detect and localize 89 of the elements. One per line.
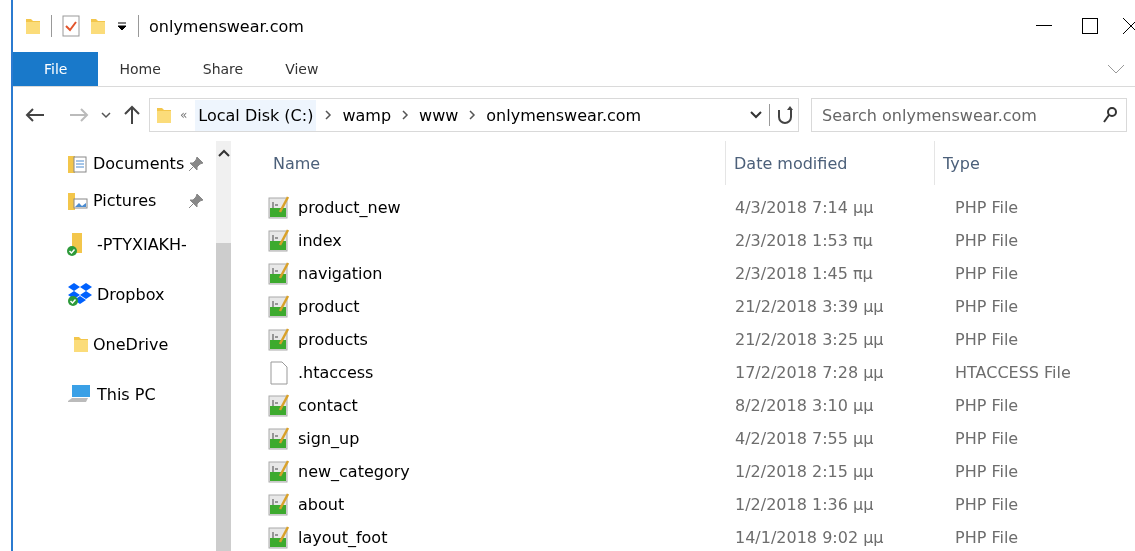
file-name[interactable]: about [298,495,345,514]
pin-icon[interactable] [188,192,205,209]
new-folder-icon [90,16,106,36]
php-file-icon [268,195,290,220]
table-cell-text: PHP File [954,330,1019,349]
sidebar-item[interactable]: OneDrive [13,319,217,369]
folder-icon [73,334,89,354]
chevron-right-icon[interactable] [324,109,333,121]
folder-icon [25,16,41,36]
file-name[interactable]: sign_up [298,429,360,448]
scroll-up-icon[interactable] [217,149,230,157]
overflow-chevron[interactable]: « [180,108,188,122]
table-cell-text: 21/2/2018 3:25 μμ [734,330,885,349]
table-cell-text: PHP File [954,231,1019,250]
search-icon[interactable] [1103,107,1117,123]
file-name[interactable]: index [298,231,342,250]
table-cell-text: PHP File [954,297,1019,316]
table-cell-text: PHP File [954,528,1019,547]
table-cell-text: PHP File [954,495,1019,514]
file-name[interactable]: product [298,297,360,316]
table-cell-text: 21/2/2018 3:39 μμ [734,297,885,316]
ribbon-tab[interactable]: Home [98,52,182,86]
window-title: onlymenswear.com [149,16,304,36]
maximize-icon[interactable] [1082,18,1098,34]
refresh-icon[interactable] [776,105,794,125]
php-file-icon [268,261,290,286]
expand-ribbon-icon[interactable] [1107,64,1125,74]
breadcrumb[interactable]: Local Disk (C:) [195,99,317,131]
minimize-icon[interactable] [1036,25,1052,27]
sidebar-item[interactable]: This PC [13,369,217,419]
synced-folder-icon [67,232,82,256]
chevron-right-icon[interactable] [468,109,477,121]
table-cell-text: 4/3/2018 7:14 μμ [734,198,875,217]
sidebar-item[interactable]: -PTYXIAKH- [13,219,217,269]
file-name[interactable]: product_new [298,198,401,217]
search-field[interactable]: Search onlymenswear.com [811,98,1127,132]
pin-icon[interactable] [188,155,205,172]
file-name[interactable]: products [298,330,368,349]
file-name[interactable]: navigation [298,264,383,283]
table-cell-text: 8/2/2018 3:10 μμ [734,396,875,415]
ribbon-tab[interactable]: File [13,52,99,86]
table-cell-text: PHP File [954,264,1019,283]
column-header[interactable]: Date modified [725,141,935,185]
php-file-icon [268,426,290,451]
scrollbar[interactable] [216,141,231,551]
breadcrumb[interactable]: wamp [340,105,394,125]
sidebar-item[interactable]: Pictures [13,182,217,219]
address-bar[interactable]: « Local Disk (C:) wamp www onlymenswear.com [149,98,799,132]
table-cell-text: 17/2/2018 7:28 μμ [734,363,885,382]
chevron-down-icon[interactable] [101,111,111,119]
table-cell-text: PHP File [954,198,1019,217]
php-file-icon [268,327,290,352]
php-file-icon [268,525,290,550]
file-name[interactable]: layout_foot [298,528,388,547]
table-cell-text: 14/1/2018 9:02 μμ [734,528,885,547]
table-cell-text: 4/2/2018 7:55 μμ [734,429,875,448]
sidebar-item[interactable]: Documents [13,145,217,182]
table-cell-text: 1/2/2018 1:36 μμ [734,495,875,514]
table-cell-text: 2/3/2018 1:53 πμ [734,231,874,250]
ribbon-tab[interactable]: View [264,52,340,86]
column-header[interactable]: Name [265,141,725,185]
dropbox-icon [67,281,93,307]
dropdown-icon[interactable] [749,110,763,120]
table-cell-text: PHP File [954,462,1019,481]
php-file-icon [268,492,290,517]
table-cell-text: HTACCESS File [954,363,1071,382]
file-name[interactable]: contact [298,396,358,415]
table-cell-text: PHP File [954,396,1019,415]
column-header[interactable]: Type [935,141,1135,185]
ribbon-tab[interactable]: Share [181,52,265,86]
breadcrumb[interactable]: www [417,105,461,125]
folder-icon [156,105,172,125]
php-file-icon [268,393,290,418]
php-file-icon [268,294,290,319]
close-icon[interactable] [1123,18,1135,34]
table-cell-text: PHP File [954,429,1019,448]
php-file-icon [268,459,290,484]
file-name[interactable]: .htaccess [298,363,374,382]
breadcrumb[interactable]: onlymenswear.com [484,105,644,125]
properties-icon[interactable] [62,15,80,37]
blank-file-icon [268,360,290,385]
table-cell-text: 2/3/2018 1:45 πμ [734,264,874,283]
sidebar-item[interactable]: Dropbox [13,269,217,319]
dropdown-icon[interactable] [116,20,128,32]
table-cell-text: 1/2/2018 2:15 μμ [734,462,875,481]
chevron-right-icon[interactable] [401,109,410,121]
file-name[interactable]: new_category [298,462,410,481]
php-file-icon [268,228,290,253]
computer-icon [67,383,93,405]
